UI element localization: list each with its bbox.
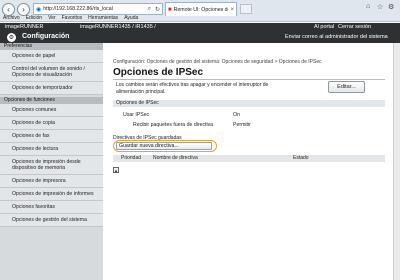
portal-link[interactable]: Al portal: [314, 24, 334, 30]
browser-tab[interactable]: ■ Remote UI: Opciones de IPSec ×: [165, 2, 237, 16]
scrollbar[interactable]: [393, 43, 400, 280]
sidebar-item-report-print[interactable]: Opciones de impresión de informes: [0, 188, 103, 201]
admin-mail-link[interactable]: Enviar correo al administrador del siste…: [285, 34, 388, 40]
tab-title: Remote UI: Opciones de IPSec: [173, 6, 229, 13]
page-icon: ◉: [36, 6, 42, 13]
menu-bar: Archivo Edición Ver Favoritos Herramient…: [0, 15, 138, 22]
sidebar-item-scan[interactable]: Opciones de lectura: [0, 143, 103, 156]
tab-icon: ■: [168, 6, 172, 13]
address-bar[interactable]: ◉ http://192.168.222.86/rls_local ⌕ ↻: [33, 3, 163, 15]
browser-toolbar: ‹ › ◉ http://192.168.222.86/rls_local ⌕ …: [0, 0, 400, 22]
menu-edicion[interactable]: Edición: [26, 15, 42, 22]
receive-packets-label: Recibir paquetes fuera de directiva: [133, 122, 214, 128]
menu-favoritos[interactable]: Favoritos: [62, 15, 83, 22]
close-tab-icon[interactable]: ×: [230, 7, 234, 13]
sidebar: Preferencias Opciones de papel Control d…: [0, 43, 103, 280]
refresh-icon[interactable]: ↻: [153, 6, 162, 13]
sidebar-item-common[interactable]: Opciones comunes: [0, 104, 103, 117]
save-new-policy-button[interactable]: Guardar nueva directiva...: [116, 142, 212, 150]
sidebar-item-fax[interactable]: Opciones de fax: [0, 130, 103, 143]
menu-ver[interactable]: Ver: [48, 15, 56, 22]
sidebar-item-timer[interactable]: Opciones de temporizador: [0, 82, 103, 95]
sidebar-item-favorites[interactable]: Opciones favoritas: [0, 201, 103, 214]
edit-button[interactable]: Editar...: [328, 81, 365, 93]
sidebar-item-system-management[interactable]: Opciones de gestión del sistema: [0, 214, 103, 227]
main-content: Configuración: Opciones de gestión del s…: [103, 43, 393, 280]
gear-icon[interactable]: ⚙: [388, 3, 394, 11]
sidebar-item-memory-print[interactable]: Opciones de impresión desde dispositivo …: [0, 156, 103, 175]
sidebar-item-printer[interactable]: Opciones de impresora: [0, 175, 103, 188]
app-header: imageRUNNER imageRUNNER1435 / iR1435 / A…: [0, 23, 400, 43]
device-name: imageRUNNER: [5, 24, 44, 30]
policy-table-header: Prioridad Nombre de directiva Estado: [113, 155, 385, 162]
menu-archivo[interactable]: Archivo: [3, 15, 20, 22]
sidebar-item-copy[interactable]: Opciones de copia: [0, 117, 103, 130]
receive-packets-value: Permitir: [233, 122, 251, 128]
section-title: Configuración: [22, 33, 70, 40]
sidebar-header-functions: Opciones de funciones: [0, 97, 103, 104]
sidebar-item-sound-display[interactable]: Control del volumen de sonido / Opciones…: [0, 63, 103, 82]
menu-herramientas[interactable]: Herramientas: [88, 15, 118, 22]
breadcrumb: Configuración: Opciones de gestión del s…: [113, 59, 322, 65]
home-icon[interactable]: ⌂: [366, 3, 370, 10]
column-priority: Prioridad: [121, 155, 142, 161]
use-ipsec-value: On: [233, 112, 240, 118]
settings-gear-icon: ⚙: [7, 33, 16, 42]
search-icon[interactable]: ⌕: [146, 6, 153, 13]
use-ipsec-label: Usar IPSec: [123, 112, 150, 118]
title-divider: [113, 79, 385, 80]
favorites-icon[interactable]: ☆: [377, 3, 383, 11]
forward-arrow-icon: ›: [22, 5, 25, 14]
new-tab-button[interactable]: [240, 4, 252, 14]
top-of-page-icon[interactable]: ▲: [113, 167, 119, 173]
sidebar-item-paper[interactable]: Opciones de papel: [0, 50, 103, 63]
column-status: Estado: [293, 155, 309, 161]
sidebar-header-preferences: Preferencias: [0, 43, 103, 50]
page-title: Opciones de IPSec: [113, 67, 204, 78]
logout-link[interactable]: Cerrar sesión: [338, 24, 371, 30]
menu-ayuda[interactable]: Ayuda: [124, 15, 138, 22]
section-header-ipsec: Opciones de IPSec: [113, 100, 385, 107]
description-text: Los cambios serán efectivos tras apagar …: [116, 82, 269, 95]
column-policy-name: Nombre de directiva: [153, 155, 198, 161]
address-text[interactable]: http://192.168.222.86/rls_local: [43, 6, 145, 12]
device-model: imageRUNNER1435 / iR1435 /: [80, 24, 156, 30]
back-arrow-icon: ‹: [7, 5, 10, 14]
